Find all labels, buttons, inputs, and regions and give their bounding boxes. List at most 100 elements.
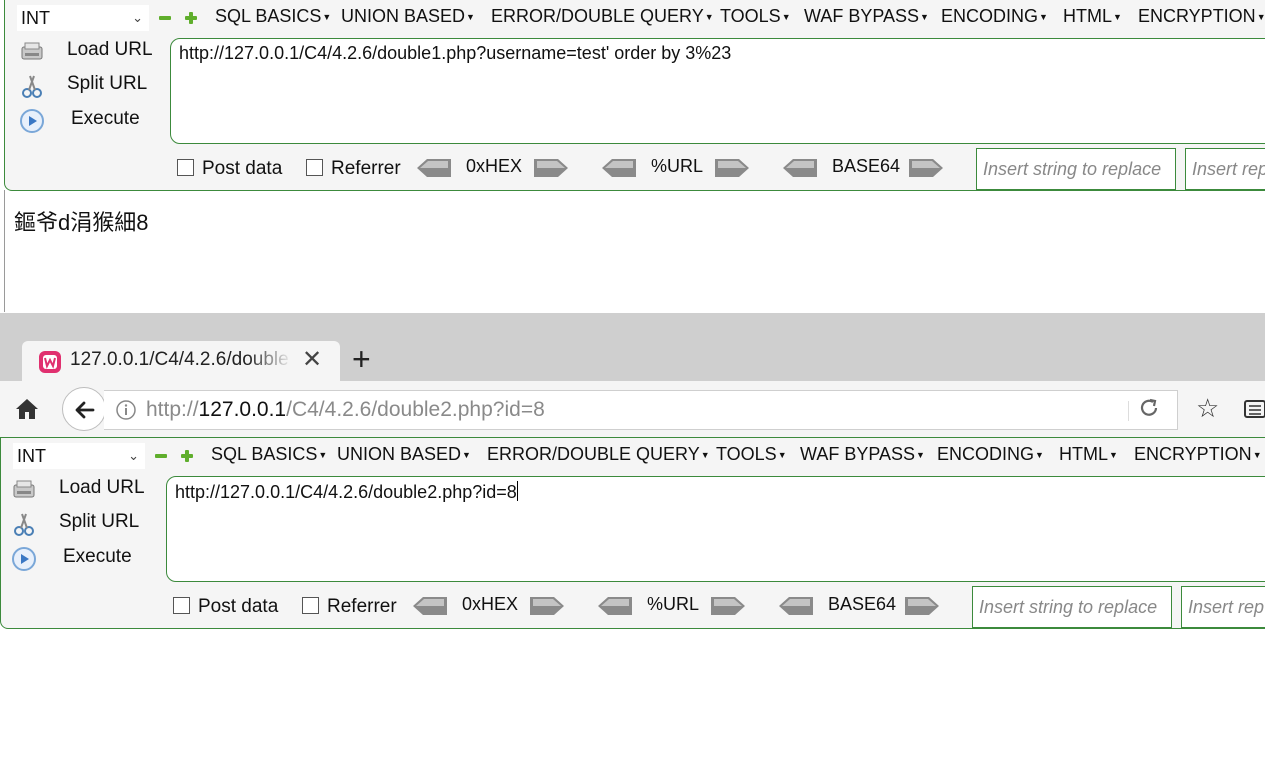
dropdown-arrow-icon: ▼ <box>700 450 710 461</box>
menu-label: ERROR/DOUBLE QUERY <box>487 444 700 464</box>
insert-search-placeholder: Insert string to replace <box>983 159 1162 179</box>
minus-icon[interactable] <box>159 12 171 24</box>
menu-error-double-query[interactable]: ERROR/DOUBLE QUERY▼ <box>491 6 714 27</box>
library-icon[interactable] <box>1244 399 1265 419</box>
url-text: http://127.0.0.1/C4/4.2.6/double2.php?id… <box>175 482 517 502</box>
hex-label: 0xHEX <box>462 594 519 614</box>
checkbox-box[interactable] <box>177 159 194 176</box>
menu-encryption[interactable]: ENCRYPTION▼ <box>1134 444 1262 465</box>
base64-label: BASE64 <box>828 594 897 614</box>
menu-label: ERROR/DOUBLE QUERY <box>491 6 704 26</box>
insert-replace-input[interactable]: Insert rep <box>1185 148 1265 190</box>
arrow-left-icon[interactable] <box>413 597 447 615</box>
injection-type-select[interactable]: INT ⌄ <box>13 443 145 469</box>
menu-tools[interactable]: TOOLS▼ <box>716 444 787 465</box>
checkbox-box[interactable] <box>302 597 319 614</box>
url-path: /C4/4.2.6/double2.php?id=8 <box>286 398 545 421</box>
menu-sql-basics[interactable]: SQL BASICS▼ <box>215 6 331 27</box>
menu-waf-bypass[interactable]: WAF BYPASS▼ <box>804 6 929 27</box>
insert-replace-input[interactable]: Insert rep <box>1181 586 1265 628</box>
menu-encoding[interactable]: ENCODING▼ <box>941 6 1048 27</box>
menu-tools[interactable]: TOOLS▼ <box>720 6 791 27</box>
arrow-right-icon[interactable] <box>534 159 568 177</box>
menu-waf-bypass[interactable]: WAF BYPASS▼ <box>800 444 925 465</box>
minus-icon[interactable] <box>155 450 167 462</box>
insert-search-input[interactable]: Insert string to replace <box>972 586 1172 628</box>
split-url-button[interactable]: Split URL <box>5 508 155 540</box>
execute-label: Execute <box>63 546 132 567</box>
dropdown-arrow-icon: ▼ <box>466 12 475 23</box>
menu-union-based[interactable]: UNION BASED▼ <box>341 6 475 27</box>
menu-html[interactable]: HTML▼ <box>1063 6 1122 27</box>
url-encode-label: %URL <box>651 156 704 176</box>
page-response-text: 鏂爷d涓猴細8 <box>14 210 149 235</box>
checkbox-box[interactable] <box>173 597 190 614</box>
dropdown-arrow-icon: ▼ <box>462 450 471 461</box>
info-icon[interactable] <box>116 400 136 420</box>
hackbar-menubar: INT ⌄ SQL BASICS▼ UNION BASED▼ ERROR/DOU… <box>5 0 1265 34</box>
menu-label: WAF BYPASS <box>804 6 920 26</box>
arrow-left-icon[interactable] <box>783 159 817 177</box>
arrow-right-icon[interactable] <box>711 597 745 615</box>
new-tab-icon[interactable]: + <box>352 343 371 375</box>
load-url-button[interactable]: Load URL <box>13 36 163 68</box>
referrer-checkbox[interactable]: Referrer <box>302 596 397 618</box>
dropdown-arrow-icon: ▼ <box>322 12 332 23</box>
arrow-left-icon[interactable] <box>598 597 632 615</box>
dropdown-arrow-icon: ▼ <box>920 12 929 23</box>
chevron-down-icon: ⌄ <box>132 10 143 25</box>
arrow-left-icon[interactable] <box>779 597 813 615</box>
menu-sql-basics[interactable]: SQL BASICS▼ <box>211 444 327 465</box>
menu-encryption[interactable]: ENCRYPTION▼ <box>1138 6 1265 27</box>
post-data-checkbox[interactable]: Post data <box>177 158 282 180</box>
arrow-right-icon[interactable] <box>715 159 749 177</box>
dropdown-arrow-icon: ▼ <box>916 450 925 461</box>
plus-icon[interactable] <box>181 450 193 462</box>
menu-html[interactable]: HTML▼ <box>1059 444 1118 465</box>
reload-icon[interactable] <box>1138 397 1160 419</box>
menu-label: SQL BASICS <box>215 6 322 26</box>
split-url-label: Split URL <box>59 511 140 532</box>
menu-label: TOOLS <box>716 444 777 464</box>
injection-type-select[interactable]: INT ⌄ <box>17 5 149 31</box>
arrow-right-icon[interactable] <box>530 597 564 615</box>
url-textarea[interactable]: http://127.0.0.1/C4/4.2.6/double1.php?us… <box>170 38 1265 144</box>
menu-label: UNION BASED <box>341 6 466 26</box>
load-url-button[interactable]: Load URL <box>5 474 155 506</box>
url-textarea[interactable]: http://127.0.0.1/C4/4.2.6/double2.php?id… <box>166 476 1265 582</box>
referrer-checkbox[interactable]: Referrer <box>306 158 401 180</box>
arrow-right-icon[interactable] <box>909 159 943 177</box>
menu-label: WAF BYPASS <box>800 444 916 464</box>
load-url-icon <box>21 42 43 60</box>
execute-button[interactable]: Execute <box>13 105 163 137</box>
url-encode-label: %URL <box>647 594 700 614</box>
split-url-button[interactable]: Split URL <box>13 70 163 102</box>
close-icon[interactable]: ✕ <box>302 348 322 372</box>
hackbar-menubar: INT ⌄ SQL BASICS▼ UNION BASED▼ ERROR/DOU… <box>1 438 1265 472</box>
menu-error-double-query[interactable]: ERROR/DOUBLE QUERY▼ <box>487 444 710 465</box>
menu-label: TOOLS <box>720 6 781 26</box>
arrow-right-icon[interactable] <box>905 597 939 615</box>
tab-active[interactable]: 127.0.0.1/C4/4.2.6/double ✕ <box>22 341 340 381</box>
post-data-label: Post data <box>198 596 279 617</box>
hex-label: 0xHEX <box>466 156 523 176</box>
load-url-label: Load URL <box>67 39 153 60</box>
tab-strip: 127.0.0.1/C4/4.2.6/double ✕ + <box>0 313 1265 381</box>
post-data-checkbox[interactable]: Post data <box>173 596 278 618</box>
menu-union-based[interactable]: UNION BASED▼ <box>337 444 471 465</box>
menu-encoding[interactable]: ENCODING▼ <box>937 444 1044 465</box>
arrow-left-icon[interactable] <box>417 159 451 177</box>
address-bar[interactable]: http://127.0.0.1/C4/4.2.6/double2.php?id… <box>104 390 1178 430</box>
play-icon <box>20 109 44 133</box>
base64-label: BASE64 <box>832 156 901 176</box>
execute-button[interactable]: Execute <box>5 543 155 575</box>
insert-replace-placeholder: Insert rep <box>1188 597 1265 617</box>
back-button[interactable] <box>62 387 106 431</box>
checkbox-box[interactable] <box>306 159 323 176</box>
home-icon[interactable] <box>14 397 40 421</box>
wamp-icon <box>39 351 61 373</box>
plus-icon[interactable] <box>185 12 197 24</box>
arrow-left-icon[interactable] <box>602 159 636 177</box>
star-icon[interactable]: ☆ <box>1196 395 1219 421</box>
insert-search-input[interactable]: Insert string to replace <box>976 148 1176 190</box>
